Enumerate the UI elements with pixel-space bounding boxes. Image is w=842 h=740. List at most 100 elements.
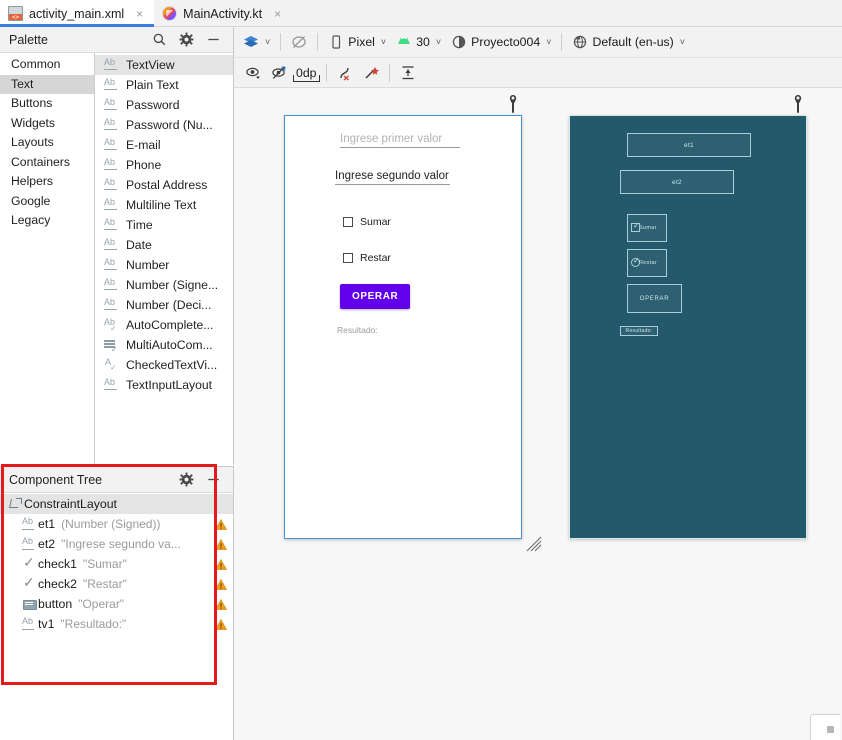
design-toolbar-primary: ˅ Pixel ˅ 30 ˅ Proyecto004 ˅ Default (en… bbox=[234, 27, 842, 58]
warning-icon[interactable] bbox=[215, 598, 227, 610]
ab-underline-icon bbox=[104, 117, 119, 132]
blueprint-button[interactable]: OPERAR bbox=[627, 284, 682, 313]
checkbox-box-icon[interactable] bbox=[343, 253, 353, 263]
palette-category-list: Common Text Buttons Widgets Layouts Container… bbox=[0, 53, 95, 464]
tree-row-et2[interactable]: et2 "Ingrese segundo va... bbox=[0, 534, 233, 554]
palette-item-password-nu[interactable]: Password (Nu... bbox=[95, 115, 233, 135]
palette-category-widgets[interactable]: Widgets bbox=[0, 114, 94, 134]
palette-item-label: Phone bbox=[126, 158, 162, 172]
blueprint-tv1[interactable]: Resultado: bbox=[620, 326, 658, 336]
infer-constraints-icon[interactable] bbox=[358, 61, 384, 85]
no-constraints-icon[interactable] bbox=[286, 30, 312, 54]
palette-item-multiline-text[interactable]: Multiline Text bbox=[95, 195, 233, 215]
editor-tab-mainactivity-kt[interactable]: MainActivity.kt × bbox=[154, 0, 292, 27]
view-options-icon[interactable] bbox=[240, 61, 266, 85]
button-icon bbox=[22, 597, 38, 611]
palette-item-number-deci[interactable]: Number (Deci... bbox=[95, 295, 233, 315]
warning-icon[interactable] bbox=[215, 618, 227, 630]
ab-underline-icon bbox=[104, 297, 119, 312]
palette-category-helpers[interactable]: Helpers bbox=[0, 172, 94, 192]
canvas-area[interactable]: Ingrese primer valor Ingrese segundo val… bbox=[234, 88, 842, 740]
kotlin-file-icon bbox=[162, 6, 178, 21]
margin-underline bbox=[293, 80, 320, 82]
search-icon[interactable] bbox=[152, 32, 167, 47]
close-icon[interactable]: × bbox=[134, 8, 145, 20]
edittext-et1[interactable]: Ingrese primer valor bbox=[340, 133, 460, 148]
theme-selector[interactable]: Proyecto004 ˅ bbox=[446, 30, 556, 54]
device-selector[interactable]: Pixel ˅ bbox=[323, 30, 391, 54]
clear-constraints-icon[interactable] bbox=[332, 61, 358, 85]
blueprint-et2[interactable]: et2 bbox=[620, 170, 734, 194]
warning-icon[interactable] bbox=[215, 538, 227, 550]
warning-icon[interactable] bbox=[215, 558, 227, 570]
ab-underline-icon bbox=[104, 57, 119, 72]
palette-category-legacy[interactable]: Legacy bbox=[0, 211, 94, 231]
tree-row-check1[interactable]: check1 "Sumar" bbox=[0, 554, 233, 574]
palette-item-postal-address[interactable]: Postal Address bbox=[95, 175, 233, 195]
palette-item-multiautocom[interactable]: MultiAutoCom... bbox=[95, 335, 233, 355]
api-level-selector[interactable]: 30 ˅ bbox=[391, 30, 446, 54]
checkbox-box-icon[interactable] bbox=[343, 217, 353, 227]
palette-category-layouts[interactable]: Layouts bbox=[0, 133, 94, 153]
blueprint-check2[interactable]: Restar bbox=[627, 249, 667, 277]
palette-item-password[interactable]: Password bbox=[95, 95, 233, 115]
palette-item-number-signe[interactable]: Number (Signe... bbox=[95, 275, 233, 295]
blueprint-et1[interactable]: et1 bbox=[627, 133, 751, 157]
locale-selector[interactable]: Default (en-us) ˅ bbox=[567, 30, 690, 54]
palette-item-textinputlayout[interactable]: TextInputLayout bbox=[95, 375, 233, 395]
palette-category-containers[interactable]: Containers bbox=[0, 153, 94, 173]
palette-category-google[interactable]: Google bbox=[0, 192, 94, 212]
palette-category-common[interactable]: Common bbox=[0, 55, 94, 75]
palette-item-e-mail[interactable]: E-mail bbox=[95, 135, 233, 155]
tree-row-button[interactable]: button "Operar" bbox=[0, 594, 233, 614]
ab-underline-icon bbox=[104, 137, 119, 152]
palette-item-phone[interactable]: Phone bbox=[95, 155, 233, 175]
design-screen[interactable]: Ingrese primer valor Ingrese segundo val… bbox=[284, 115, 522, 539]
palette-category-text[interactable]: Text bbox=[0, 74, 94, 94]
tree-row-check2[interactable]: check2 "Restar" bbox=[0, 574, 233, 594]
zoom-controls-chip[interactable] bbox=[810, 714, 840, 740]
checkbox-check1[interactable]: Sumar bbox=[343, 216, 391, 228]
design-preview[interactable]: Ingrese primer valor Ingrese segundo val… bbox=[284, 95, 522, 539]
resize-handle-icon[interactable] bbox=[526, 536, 542, 552]
minimize-icon[interactable] bbox=[206, 472, 221, 487]
toolbar-separator bbox=[317, 33, 319, 51]
tree-row-constraintlayout[interactable]: ConstraintLayout bbox=[0, 494, 233, 514]
warning-icon[interactable] bbox=[215, 518, 227, 530]
operar-button[interactable]: OPERAR bbox=[340, 284, 411, 309]
close-icon[interactable]: × bbox=[272, 8, 283, 20]
ab-underline-icon bbox=[104, 77, 119, 92]
palette-item-plain-text[interactable]: Plain Text bbox=[95, 75, 233, 95]
palette-item-date[interactable]: Date bbox=[95, 235, 233, 255]
editor-tab-activity-main-xml[interactable]: activity_main.xml × bbox=[0, 0, 155, 27]
palette-item-label: Postal Address bbox=[126, 178, 208, 192]
palette-item-number[interactable]: Number bbox=[95, 255, 233, 275]
design-mode-icon[interactable]: ˅ bbox=[238, 30, 275, 54]
palette-item-textview[interactable]: TextView bbox=[95, 55, 233, 75]
blueprint-check1[interactable]: Sumar bbox=[627, 214, 667, 242]
tree-row-id: check1 bbox=[38, 557, 77, 571]
gear-icon[interactable] bbox=[179, 32, 194, 47]
tree-row-tv1[interactable]: tv1 "Resultado:" bbox=[0, 614, 233, 634]
palette-item-time[interactable]: Time bbox=[95, 215, 233, 235]
wrench-icon[interactable] bbox=[791, 95, 805, 113]
palette-item-label: MultiAutoCom... bbox=[126, 338, 213, 352]
gear-icon[interactable] bbox=[179, 472, 194, 487]
checkbox-check2[interactable]: Restar bbox=[343, 252, 391, 264]
pack-align-icon[interactable] bbox=[395, 61, 421, 85]
tree-row-et1[interactable]: et1 (Number (Signed)) bbox=[0, 514, 233, 534]
default-margin-selector[interactable]: 0dp bbox=[292, 63, 321, 83]
palette-category-buttons[interactable]: Buttons bbox=[0, 94, 94, 114]
toggle-visibility-constraints-icon[interactable] bbox=[266, 61, 292, 85]
minimize-icon[interactable] bbox=[206, 32, 221, 47]
wrench-icon[interactable] bbox=[506, 95, 520, 113]
edittext-et2[interactable]: Ingrese segundo valor bbox=[335, 170, 450, 185]
palette-item-checkedtextvi[interactable]: CheckedTextVi... bbox=[95, 355, 233, 375]
ab-underline-icon bbox=[104, 217, 119, 232]
blueprint-preview[interactable]: et1 et2 Sumar Restar OPERAR Resultado: bbox=[569, 95, 807, 539]
blueprint-screen[interactable]: et1 et2 Sumar Restar OPERAR Resultado: bbox=[569, 115, 807, 539]
ab-underline-icon bbox=[104, 97, 119, 112]
warning-icon[interactable] bbox=[215, 578, 227, 590]
palette-item-autocomplete[interactable]: AutoComplete... bbox=[95, 315, 233, 335]
chevron-down-icon: ˅ bbox=[265, 37, 271, 47]
